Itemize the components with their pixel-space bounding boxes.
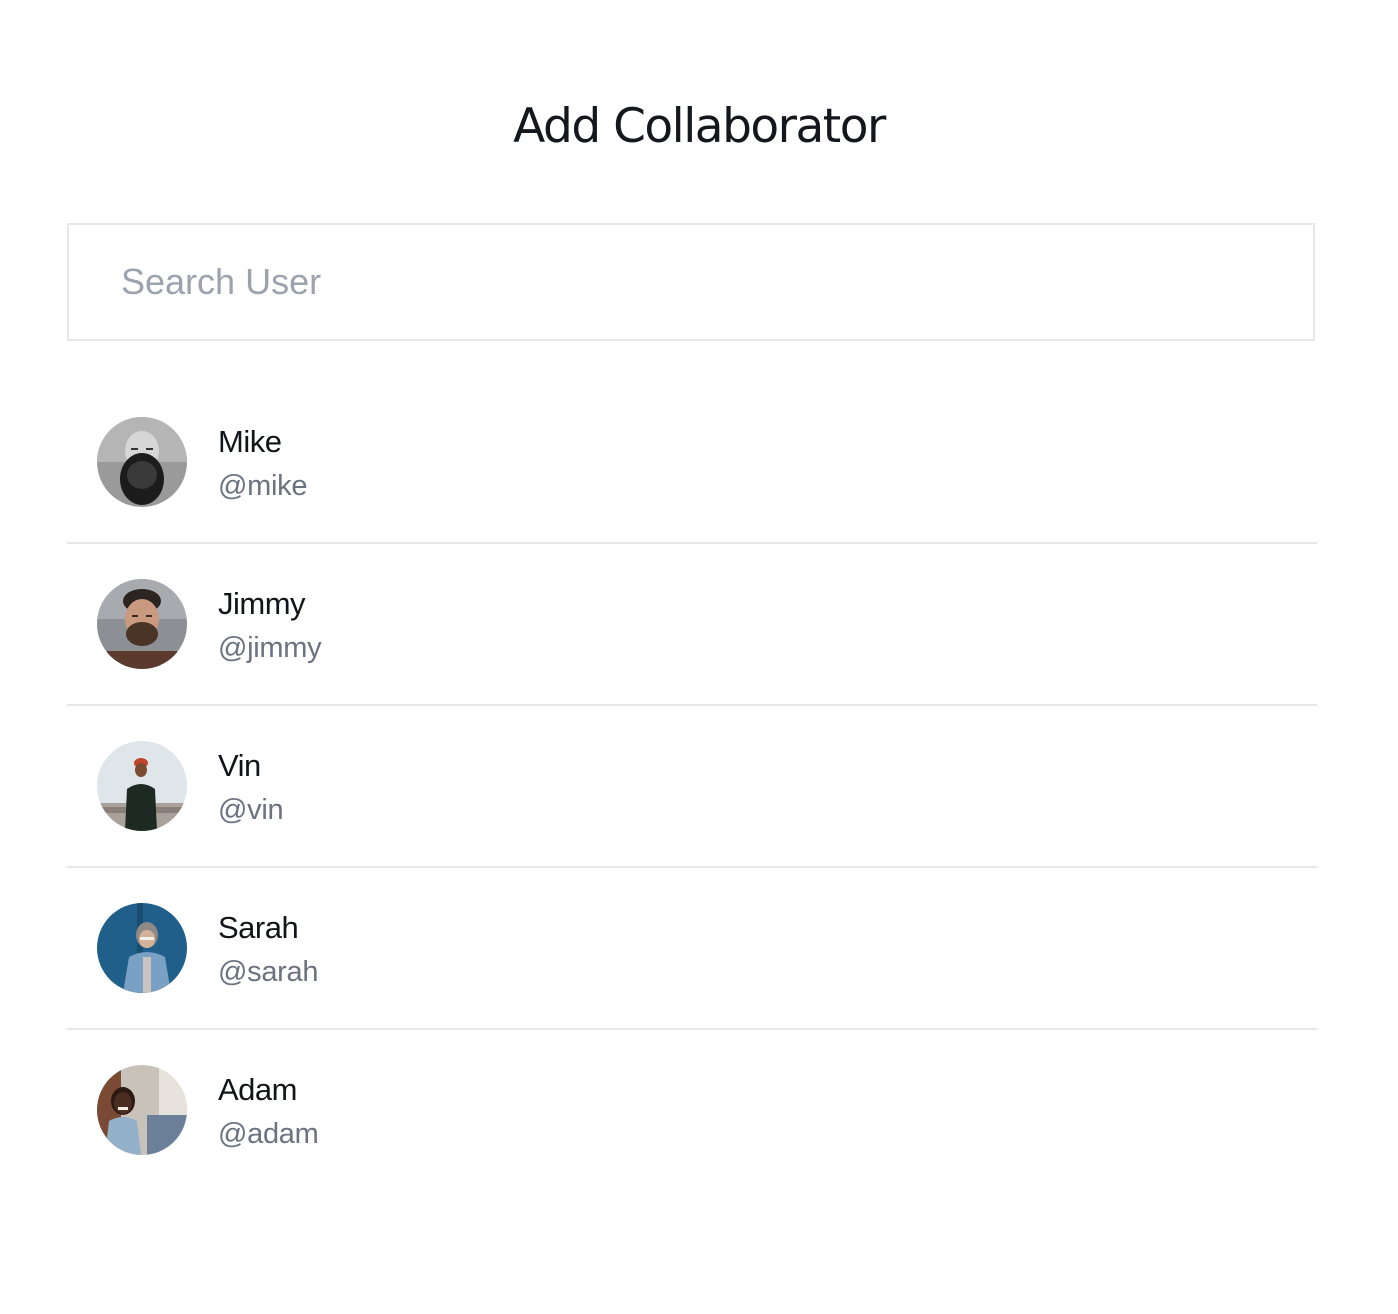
user-handle: @mike xyxy=(218,470,308,502)
avatar-image-sarah xyxy=(97,903,187,993)
user-name: Vin xyxy=(218,748,261,783)
user-handle: @sarah xyxy=(218,956,319,988)
user-handle: @vin xyxy=(218,794,284,826)
user-handle: @jimmy xyxy=(218,632,322,664)
user-row-sarah[interactable]: Sarah @sarah xyxy=(67,868,1317,1030)
avatar-image-vin xyxy=(97,741,187,831)
avatar-image-mike xyxy=(97,417,187,507)
avatar xyxy=(97,579,187,669)
avatar xyxy=(97,417,187,507)
avatar xyxy=(97,741,187,831)
user-row-vin[interactable]: Vin @vin xyxy=(67,706,1317,868)
search-input[interactable] xyxy=(69,225,1313,339)
user-name: Sarah xyxy=(218,910,299,945)
user-name: Jimmy xyxy=(218,586,306,621)
user-row-adam[interactable]: Adam @adam xyxy=(67,1030,1317,1192)
page-title: Add Collaborator xyxy=(513,99,886,154)
user-name: Adam xyxy=(218,1072,297,1107)
user-row-mike[interactable]: Mike @mike xyxy=(67,382,1317,544)
search-box[interactable] xyxy=(67,223,1315,341)
user-name: Mike xyxy=(218,424,282,459)
avatar-image-adam xyxy=(97,1065,187,1155)
user-handle: @adam xyxy=(218,1118,319,1150)
avatar-image-jimmy xyxy=(97,579,187,669)
user-list: Mike @mike Jimmy @jimmy Vin @vin Sarah @… xyxy=(67,382,1317,1192)
avatar xyxy=(97,1065,187,1155)
user-row-jimmy[interactable]: Jimmy @jimmy xyxy=(67,544,1317,706)
avatar xyxy=(97,903,187,993)
